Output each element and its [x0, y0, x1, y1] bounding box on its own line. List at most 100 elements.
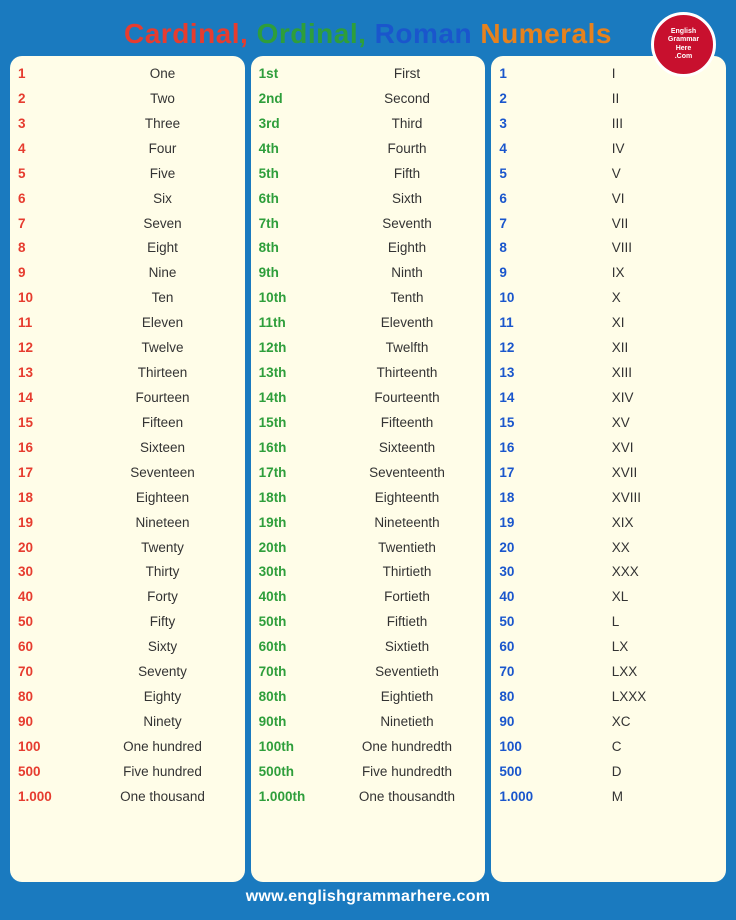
- logo-circle: EnglishGrammarHere.Com: [651, 12, 716, 77]
- ordinal-word: Sixtieth: [333, 635, 482, 660]
- roman-number: 7: [495, 212, 607, 237]
- table-row: 100One hundred: [14, 735, 241, 760]
- table-row: 20thTwentieth: [255, 536, 482, 561]
- cardinal-number: 19: [14, 511, 84, 536]
- table-row: 13XIII: [495, 361, 722, 386]
- table-row: 12XII: [495, 336, 722, 361]
- ordinal-number: 4th: [255, 137, 333, 162]
- ordinal-word: Fifth: [333, 162, 482, 187]
- roman-number: 15: [495, 411, 607, 436]
- ordinal-word: Eleventh: [333, 311, 482, 336]
- roman-number: 60: [495, 635, 607, 660]
- cardinal-word: Eight: [84, 236, 240, 261]
- cardinal-number: 11: [14, 311, 84, 336]
- roman-number: 50: [495, 610, 607, 635]
- ordinal-word: Thirtieth: [333, 560, 482, 585]
- ordinal-number: 6th: [255, 187, 333, 212]
- table-row: 12thTwelfth: [255, 336, 482, 361]
- roman-number: 17: [495, 461, 607, 486]
- cardinal-number: 80: [14, 685, 84, 710]
- cardinal-word: Sixty: [84, 635, 240, 660]
- ordinal-word: Five hundredth: [333, 760, 482, 785]
- cardinal-number: 2: [14, 87, 84, 112]
- cardinal-word: Seven: [84, 212, 240, 237]
- table-row: 100C: [495, 735, 722, 760]
- roman-number: 1: [495, 62, 607, 87]
- table-row: 12Twelve: [14, 336, 241, 361]
- table-row: 5thFifth: [255, 162, 482, 187]
- ordinal-word: Eightieth: [333, 685, 482, 710]
- cardinal-word: Nine: [84, 261, 240, 286]
- roman-number: 1.000: [495, 785, 607, 810]
- ordinal-word: Tenth: [333, 286, 482, 311]
- ordinal-number: 15th: [255, 411, 333, 436]
- roman-panel: 1I2II3III4IV5V6VI7VII8VIII9IX10X11XI12XI…: [491, 56, 726, 882]
- table-row: 7thSeventh: [255, 212, 482, 237]
- table-row: 30XXX: [495, 560, 722, 585]
- roman-numeral: XVIII: [608, 486, 722, 511]
- roman-numeral: VI: [608, 187, 722, 212]
- table-row: 50Fifty: [14, 610, 241, 635]
- roman-number: 4: [495, 137, 607, 162]
- table-row: 1.000M: [495, 785, 722, 810]
- table-row: 50L: [495, 610, 722, 635]
- cardinal-number: 18: [14, 486, 84, 511]
- roman-numeral: VIII: [608, 236, 722, 261]
- cardinal-number: 12: [14, 336, 84, 361]
- ordinal-word: Eighteenth: [333, 486, 482, 511]
- table-row: 9Nine: [14, 261, 241, 286]
- title-ordinal: Ordinal,: [257, 18, 375, 49]
- title-roman: Roman: [375, 18, 481, 49]
- ordinal-word: Sixth: [333, 187, 482, 212]
- table-row: 60thSixtieth: [255, 635, 482, 660]
- roman-number: 14: [495, 386, 607, 411]
- cardinal-word: One: [84, 62, 240, 87]
- roman-numeral: XIII: [608, 361, 722, 386]
- table-row: 19Nineteen: [14, 511, 241, 536]
- cardinal-number: 1: [14, 62, 84, 87]
- cardinal-number: 17: [14, 461, 84, 486]
- cardinal-word: Eleven: [84, 311, 240, 336]
- roman-number: 10: [495, 286, 607, 311]
- table-row: 90thNinetieth: [255, 710, 482, 735]
- table-row: 19XIX: [495, 511, 722, 536]
- roman-number: 5: [495, 162, 607, 187]
- cardinal-word: One hundred: [84, 735, 240, 760]
- table-row: 80LXXX: [495, 685, 722, 710]
- table-row: 2Two: [14, 87, 241, 112]
- roman-numeral: IX: [608, 261, 722, 286]
- cardinal-number: 13: [14, 361, 84, 386]
- roman-number: 500: [495, 760, 607, 785]
- page-title: Cardinal, Ordinal, Roman Numerals: [124, 18, 612, 50]
- table-row: 15XV: [495, 411, 722, 436]
- ordinal-number: 17th: [255, 461, 333, 486]
- table-row: 11Eleven: [14, 311, 241, 336]
- ordinal-number: 60th: [255, 635, 333, 660]
- table-row: 90XC: [495, 710, 722, 735]
- cardinal-number: 9: [14, 261, 84, 286]
- table-row: 10thTenth: [255, 286, 482, 311]
- table-row: 16XVI: [495, 436, 722, 461]
- cardinal-number: 5: [14, 162, 84, 187]
- roman-numeral: M: [608, 785, 722, 810]
- table-row: 1stFirst: [255, 62, 482, 87]
- table-row: 1.000thOne thousandth: [255, 785, 482, 810]
- roman-number: 80: [495, 685, 607, 710]
- cardinal-number: 20: [14, 536, 84, 561]
- table-row: 500Five hundred: [14, 760, 241, 785]
- roman-numeral: VII: [608, 212, 722, 237]
- ordinal-word: Thirteenth: [333, 361, 482, 386]
- cardinal-number: 10: [14, 286, 84, 311]
- ordinal-number: 20th: [255, 536, 333, 561]
- ordinal-number: 2nd: [255, 87, 333, 112]
- ordinal-word: Ninetieth: [333, 710, 482, 735]
- roman-table: 1I2II3III4IV5V6VI7VII8VIII9IX10X11XI12XI…: [495, 62, 722, 810]
- roman-numeral: III: [608, 112, 722, 137]
- table-row: 10Ten: [14, 286, 241, 311]
- roman-number: 9: [495, 261, 607, 286]
- table-row: 1One: [14, 62, 241, 87]
- cardinal-word: Forty: [84, 585, 240, 610]
- table-row: 1.000One thousand: [14, 785, 241, 810]
- ordinal-word: Third: [333, 112, 482, 137]
- cardinal-number: 60: [14, 635, 84, 660]
